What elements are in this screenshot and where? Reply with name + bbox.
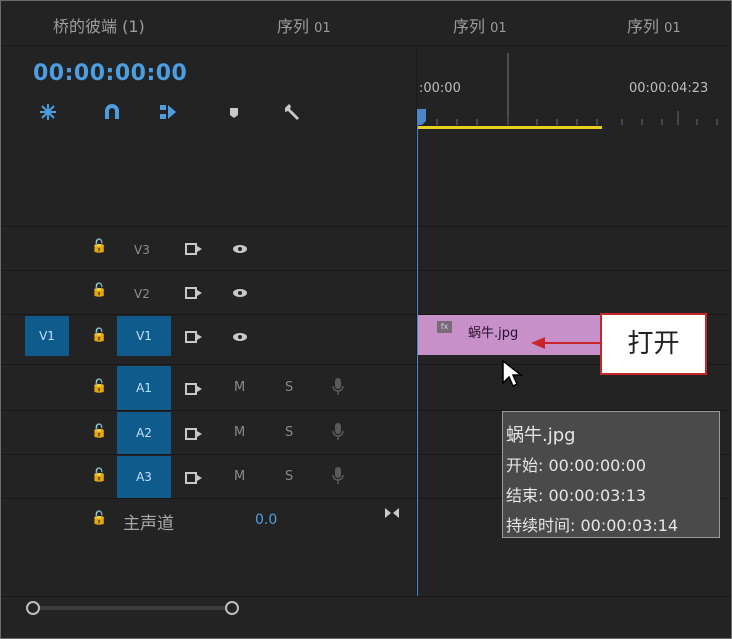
microphone-icon[interactable] — [331, 422, 345, 442]
track-row-v2[interactable]: 🔓 V2 — [1, 270, 416, 315]
tooltip-start: 开始: 00:00:00:00 — [506, 456, 647, 475]
scrollbar-track[interactable] — [33, 606, 233, 610]
lock-icon[interactable]: 🔓 — [91, 239, 107, 254]
callout-label: 打开 — [627, 329, 680, 359]
playhead-timecode[interactable]: 00:00:00:00 — [33, 61, 187, 86]
ruler-start-label: :00:00 — [419, 81, 461, 96]
tab-number: 01 — [314, 21, 331, 36]
sync-lock-icon[interactable] — [185, 383, 203, 395]
tab-sequence-3[interactable]: 序列 01 — [627, 13, 681, 37]
track-label: V3 — [134, 243, 150, 257]
solo-button[interactable]: S — [285, 380, 293, 395]
track-target-a3[interactable]: A3 — [117, 456, 171, 498]
track-row-v3[interactable]: 🔓 V3 — [1, 226, 416, 271]
zoom-scrollbar[interactable] — [1, 596, 731, 621]
mute-button[interactable]: M — [234, 380, 245, 395]
lock-icon[interactable]: 🔓 — [91, 379, 107, 394]
master-track-label: 主声道 — [123, 514, 174, 534]
scroll-handle-left[interactable] — [26, 601, 40, 615]
track-row-a2[interactable]: 🔓 A2 M S — [1, 410, 416, 455]
tooltip-clip-name: 蜗牛.jpg — [506, 425, 576, 446]
sync-lock-icon[interactable] — [185, 428, 203, 440]
sequence-tab-bar: 桥的彼端 (1) 序列 01 序列 01 序列 01 — [1, 1, 731, 46]
sync-lock-icon[interactable] — [185, 331, 203, 343]
master-volume-value[interactable]: 0.0 — [255, 512, 277, 528]
timeline-track-v3[interactable] — [418, 226, 731, 271]
clip-name: 蜗牛.jpg — [468, 326, 519, 341]
tab-sequence-1[interactable]: 序列 01 — [277, 13, 331, 37]
microphone-icon[interactable] — [331, 377, 345, 397]
tab-label: 序列 — [277, 17, 310, 36]
tooltip-duration: 持续时间: 00:00:03:14 — [506, 516, 679, 535]
tab-sequence-2[interactable]: 序列 01 — [453, 13, 507, 37]
collapse-tracks-icon[interactable] — [384, 507, 400, 519]
tooltip-end: 结束: 00:00:03:13 — [506, 486, 647, 505]
eye-icon[interactable] — [232, 288, 248, 298]
lock-icon[interactable]: 🔓 — [91, 283, 107, 298]
track-target-a1[interactable]: A1 — [117, 366, 171, 410]
track-row-a3[interactable]: 🔓 A3 M S — [1, 454, 416, 499]
source-patch-v1[interactable]: V1 — [25, 316, 69, 356]
playhead-line[interactable] — [417, 124, 418, 596]
track-row-a1[interactable]: 🔓 A1 M S — [1, 364, 416, 411]
solo-button[interactable]: S — [285, 425, 293, 440]
add-marker-icon[interactable] — [223, 101, 245, 123]
lock-icon[interactable]: 🔓 — [91, 468, 107, 483]
mute-button[interactable]: M — [234, 425, 245, 440]
track-row-v1[interactable]: V1 🔓 V1 — [1, 314, 416, 365]
lock-icon[interactable]: 🔓 — [91, 511, 107, 526]
callout-arrow-icon — [531, 337, 601, 349]
timeline-track-v2[interactable] — [418, 270, 731, 315]
eye-icon[interactable] — [232, 332, 248, 342]
playhead-handle — [417, 109, 426, 125]
timeline-panel: 桥的彼端 (1) 序列 01 序列 01 序列 01 00:00:00:00 :… — [0, 0, 732, 639]
sync-lock-icon[interactable] — [185, 472, 203, 484]
work-area-bar — [418, 126, 602, 129]
sync-lock-icon[interactable] — [185, 243, 203, 255]
tab-project[interactable]: 桥的彼端 (1) — [53, 13, 145, 37]
fx-badge-icon: fx — [437, 321, 452, 333]
ruler-mark-label: 00:00:04:23 — [629, 81, 709, 96]
lock-icon[interactable]: 🔓 — [91, 328, 107, 343]
master-track-row[interactable]: 🔓 主声道 0.0 — [1, 498, 416, 543]
track-label: V2 — [134, 287, 150, 301]
mouse-cursor-icon — [502, 359, 524, 388]
tab-number: 01 — [490, 21, 507, 36]
sync-lock-icon[interactable] — [185, 287, 203, 299]
solo-button[interactable]: S — [285, 469, 293, 484]
microphone-icon[interactable] — [331, 466, 345, 486]
wrench-settings-icon[interactable] — [281, 101, 303, 123]
lock-icon[interactable]: 🔓 — [91, 424, 107, 439]
eye-icon[interactable] — [232, 244, 248, 254]
track-target-v1[interactable]: V1 — [117, 316, 171, 356]
mute-button[interactable]: M — [234, 469, 245, 484]
scroll-handle-right[interactable] — [225, 601, 239, 615]
tab-label: 序列 — [627, 17, 660, 36]
tab-number: 01 — [664, 21, 681, 36]
tab-label: 序列 — [453, 17, 486, 36]
snap-magnet-icon[interactable] — [101, 101, 123, 123]
nest-sequence-icon[interactable] — [37, 101, 59, 123]
track-target-a2[interactable]: A2 — [117, 412, 171, 454]
linked-selection-icon[interactable] — [157, 101, 179, 123]
